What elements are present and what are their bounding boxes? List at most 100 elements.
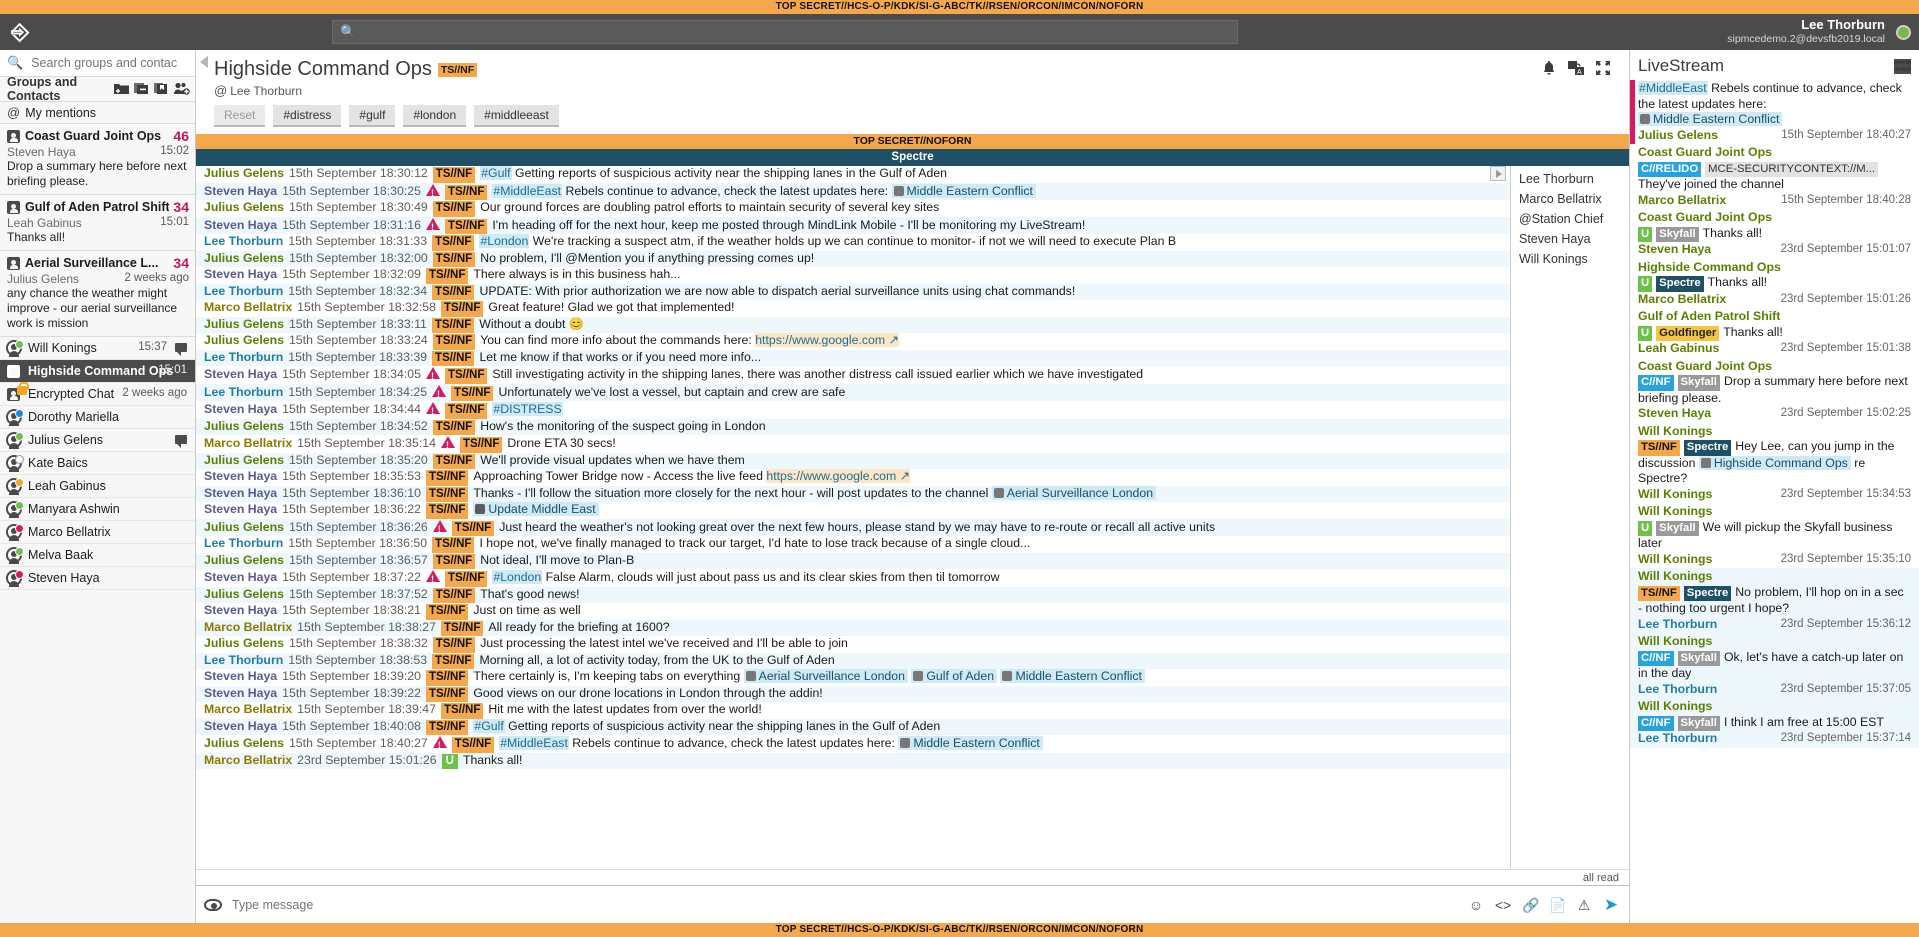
hashtag-link[interactable]: #London — [479, 234, 530, 248]
code-icon[interactable]: <> — [1495, 897, 1511, 913]
filter-london-button[interactable]: #london — [403, 105, 467, 127]
alert-icon[interactable]: ⚠ — [1576, 897, 1592, 913]
message-row[interactable]: Steven Haya 15th September 18:39:22 TS//NF… — [196, 685, 1510, 702]
group-chip[interactable]: Aerial Surveillance London — [743, 669, 908, 683]
group-chip[interactable]: Middle Eastern Conflict — [1638, 112, 1783, 126]
message-row[interactable]: Steven Haya 15th September 18:40:08 TS//NF… — [196, 718, 1510, 735]
hashtag-link[interactable]: #MiddleEast — [1638, 81, 1708, 95]
message-row[interactable]: Lee Thorburn 15th September 18:33:39 TS//N… — [196, 349, 1510, 366]
livestream-item[interactable]: Gulf of Aden Patrol Shift U Goldfinger Than… — [1630, 308, 1919, 358]
message-row[interactable]: Steven Haya 15th September 18:34:05 TS//NF… — [196, 366, 1510, 385]
sidebar-item-manyara-ashwin[interactable]: Manyara Ashwin — [0, 498, 195, 521]
my-mentions-row[interactable]: @ My mentions — [0, 102, 195, 124]
sidebar-group-gulf-of-aden-patrol-shift[interactable]: Gulf of Aden Patrol Shift 34 Leah Gabinu… — [0, 195, 195, 251]
group-chip[interactable]: Gulf of Aden — [911, 669, 998, 683]
livestream-item[interactable]: Will Konings C//NF Skyfall I think I am fre… — [1630, 698, 1919, 748]
message-row[interactable]: Marco Bellatrix 23rd September 15:01:26 U T… — [196, 752, 1510, 769]
message-row[interactable]: Julius Gelens 15th September 18:37:52 TS//… — [196, 586, 1510, 603]
message-row[interactable]: Marco Bellatrix 15th September 18:39:47 TS… — [196, 702, 1510, 719]
sidebar-item-steven-haya[interactable]: Steven Haya — [0, 567, 195, 590]
member-item[interactable]: Will Konings — [1511, 249, 1629, 269]
livestream-item[interactable]: Coast Guard Joint Ops C//RELIDO MCE-SECURI… — [1630, 144, 1919, 209]
livestream-item[interactable]: Will Konings TS//NF Spectre No problem, I'l… — [1630, 568, 1919, 633]
send-icon[interactable]: ➤ — [1603, 896, 1619, 913]
message-row[interactable]: Lee Thorburn 15th September 18:32:34 TS//N… — [196, 283, 1510, 300]
message-row[interactable]: Julius Gelens 15th September 18:40:27 TS//… — [196, 735, 1510, 754]
play-icon[interactable] — [1490, 166, 1506, 181]
message-row[interactable]: Steven Haya 15th September 18:37:22 TS//NF… — [196, 569, 1510, 588]
group-chip[interactable]: Middle Eastern Conflict — [891, 183, 1036, 198]
message-row[interactable]: Julius Gelens 15th September 18:34:52 TS//… — [196, 418, 1510, 435]
document-chip[interactable]: Update Middle East — [473, 502, 599, 516]
livestream-feed[interactable]: #MiddleEast Rebels continue to advance, … — [1630, 80, 1919, 923]
sidebar-group-aerial-surveillance[interactable]: Aerial Surveillance L... 34 Julius Gelen… — [0, 251, 195, 337]
hashtag-link[interactable]: #London — [492, 570, 543, 584]
livestream-item[interactable]: Highside Command Ops U Spectre Thanks all! M… — [1630, 259, 1919, 309]
message-row[interactable]: Julius Gelens 15th September 18:38:32 TS//… — [196, 636, 1510, 653]
message-input[interactable] — [230, 896, 1468, 913]
external-link[interactable]: https://www.google.com ↗ — [755, 333, 899, 347]
sidebar-item-leah-gabinus[interactable]: Leah Gabinus — [0, 475, 195, 498]
livestream-item[interactable]: #MiddleEast Rebels continue to advance, … — [1630, 80, 1919, 144]
new-folder-icon[interactable] — [114, 82, 129, 96]
remove-group-icon[interactable] — [134, 82, 149, 96]
message-row[interactable]: Lee Thorburn 15th September 18:31:33 TS//N… — [196, 234, 1510, 251]
add-contact-icon[interactable] — [174, 82, 190, 96]
hashtag-link[interactable]: #Gulf — [480, 166, 512, 180]
message-row[interactable]: Marco Bellatrix 15th September 18:35:14 TS… — [196, 435, 1510, 454]
livestream-item[interactable]: Coast Guard Joint Ops C//NF Skyfall Drop a … — [1630, 358, 1919, 423]
sidebar-item-kate-baics[interactable]: Kate Baics — [0, 452, 195, 475]
message-row[interactable]: Lee Thorburn 15th September 18:34:25 TS//N… — [196, 383, 1510, 402]
group-chip[interactable]: Middle Eastern Conflict — [898, 736, 1043, 750]
chat-list[interactable]: Coast Guard Joint Ops 46 Steven Haya 15:… — [0, 124, 195, 923]
message-row[interactable]: Lee Thorburn 15th September 18:38:53 TS//N… — [196, 652, 1510, 669]
message-row[interactable]: Steven Haya 15th September 18:34:44 TS//NF… — [196, 401, 1510, 420]
chat-bubble-icon[interactable] — [175, 435, 187, 448]
message-row[interactable]: Steven Haya 15th September 18:32:09 TS//NF… — [196, 267, 1510, 284]
hashtag-link[interactable]: #MiddleEast — [499, 736, 569, 750]
message-row[interactable]: Julius Gelens 15th September 18:33:24 TS//… — [196, 333, 1510, 350]
hashtag-link[interactable]: #Gulf — [473, 718, 505, 733]
filter-middleeast-button[interactable]: #middleeast — [474, 105, 559, 127]
message-row[interactable]: Julius Gelens 15th September 18:32:00 TS//… — [196, 250, 1510, 267]
bookmark-icon[interactable] — [154, 82, 169, 96]
link-icon[interactable]: 🔗 — [1522, 897, 1539, 913]
current-user-block[interactable]: Lee Thorburn sipmcedemo.2@devsfb2019.loc… — [1727, 17, 1885, 46]
message-row[interactable]: Lee Thorburn 15th September 18:36:50 TS//N… — [196, 536, 1510, 553]
message-row[interactable]: Steven Haya 15th September 18:31:16 TS//NF… — [196, 216, 1510, 235]
group-chip[interactable]: Highside Command Ops — [1698, 455, 1851, 470]
livestream-item[interactable]: Coast Guard Joint Ops U Skyfall Thanks all!… — [1630, 209, 1919, 259]
message-row[interactable]: Marco Bellatrix 15th September 18:38:27 TS… — [196, 619, 1510, 636]
hashtag-link[interactable]: #DISTRESS — [492, 402, 563, 416]
sidebar-item-julius-gelens[interactable]: Julius Gelens — [0, 429, 195, 452]
sidebar-search[interactable]: 🔍 — [0, 50, 195, 77]
member-item[interactable]: @Station Chief — [1511, 209, 1629, 229]
message-row[interactable]: Steven Haya 15th September 18:38:21 TS//NF… — [196, 603, 1510, 620]
livestream-item[interactable]: Will Konings C//NF Skyfall Ok, let's have a… — [1630, 633, 1919, 698]
external-link[interactable]: https://www.google.com ↗ — [766, 469, 910, 483]
message-row[interactable]: Marco Bellatrix 15th September 18:32:58 TS… — [196, 300, 1510, 317]
reset-filter-button[interactable]: Reset — [214, 105, 266, 127]
sidebar-item-will-konings[interactable]: Will Konings 15:37 — [0, 337, 195, 360]
hashtag-link[interactable]: #MiddleEast — [492, 183, 563, 198]
message-row[interactable]: Steven Haya 15th September 18:36:10 TS//NF… — [196, 485, 1510, 502]
message-composer[interactable]: ☺ <> 🔗 📄 ⚠ ➤ — [196, 885, 1629, 923]
global-search-input[interactable]: 🔍 — [332, 20, 1238, 44]
filter-distress-button[interactable]: #distress — [273, 105, 342, 127]
message-row[interactable]: Steven Haya 15th September 18:30:25 TS//NF… — [196, 182, 1510, 201]
document-icon[interactable]: 📄 — [1549, 897, 1566, 913]
search-input[interactable] — [29, 55, 180, 71]
translate-icon[interactable]: A — [1568, 60, 1584, 76]
presence-indicator-icon[interactable] — [1896, 25, 1911, 40]
expand-icon[interactable] — [1595, 60, 1611, 76]
message-row[interactable]: Julius Gelens 15th September 18:36:26 TS//… — [196, 518, 1510, 537]
chat-bubble-icon[interactable] — [175, 343, 187, 356]
message-row[interactable]: Steven Haya 15th September 18:36:22 TS//NF… — [196, 502, 1510, 519]
livestream-item[interactable]: Will Konings TS//NF Spectre Hey Lee, can yo… — [1630, 423, 1919, 504]
message-row[interactable]: Julius Gelens 15th September 18:35:20 TS//… — [196, 452, 1510, 469]
member-item[interactable]: Steven Haya — [1511, 229, 1629, 249]
sidebar-item-encrypted-chat[interactable]: Encrypted Chat 2 weeks ago — [0, 381, 195, 406]
member-list[interactable]: Lee Thorburn Marco Bellatrix @Station Ch… — [1511, 166, 1629, 869]
member-item[interactable]: Marco Bellatrix — [1511, 189, 1629, 209]
sidebar-item-marco-bellatrix[interactable]: Marco Bellatrix — [0, 521, 195, 544]
